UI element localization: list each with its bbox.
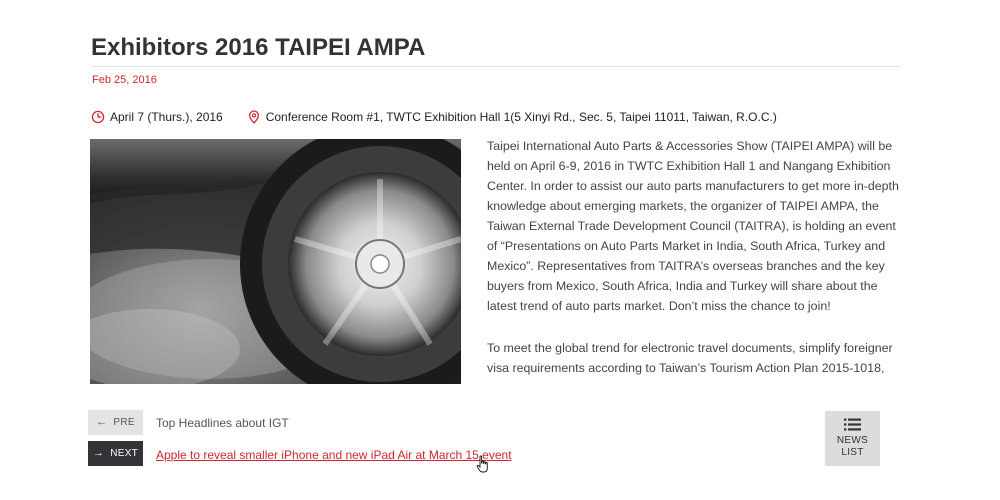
pre-article-title: Top Headlines about IGT	[156, 416, 289, 430]
next-button[interactable]: → NEXT	[88, 441, 143, 466]
clock-icon	[91, 110, 105, 124]
pre-button[interactable]: ← PRE	[88, 410, 143, 435]
article-paragraph: To meet the global trend for electronic …	[487, 341, 893, 375]
posted-date: Feb 25, 2016	[92, 74, 157, 86]
map-pin-icon	[247, 110, 261, 124]
next-article-link[interactable]: Apple to reveal smaller iPhone and new i…	[156, 448, 512, 462]
event-meta: April 7 (Thurs.), 2016 Conference Room #…	[91, 108, 777, 126]
hand-cursor-icon	[476, 455, 490, 475]
news-article-page: Exhibitors 2016 TAIPEI AMPA Feb 25, 2016…	[0, 0, 1000, 500]
event-location-text: Conference Room #1, TWTC Exhibition Hall…	[265, 110, 777, 124]
article-image	[90, 139, 461, 384]
arrow-right-icon: →	[92, 447, 105, 459]
pre-button-label: PRE	[113, 417, 135, 428]
news-list-label-line1: NEWS	[836, 435, 869, 446]
list-icon	[844, 418, 861, 431]
event-location: Conference Room #1, TWTC Exhibition Hall…	[247, 110, 777, 124]
news-list-label-line2: LIST	[841, 447, 864, 458]
title-divider	[91, 66, 901, 67]
event-date: April 7 (Thurs.), 2016	[91, 110, 223, 124]
page-title: Exhibitors 2016 TAIPEI AMPA	[91, 34, 426, 61]
arrow-left-icon: ←	[96, 416, 108, 428]
article-body: Taipei International Auto Parts & Access…	[487, 136, 902, 400]
news-list-button[interactable]: NEWS LIST	[825, 411, 880, 466]
article-paragraph: Taipei International Auto Parts & Access…	[487, 139, 899, 313]
event-date-text: April 7 (Thurs.), 2016	[110, 110, 223, 124]
next-button-label: NEXT	[110, 448, 139, 459]
